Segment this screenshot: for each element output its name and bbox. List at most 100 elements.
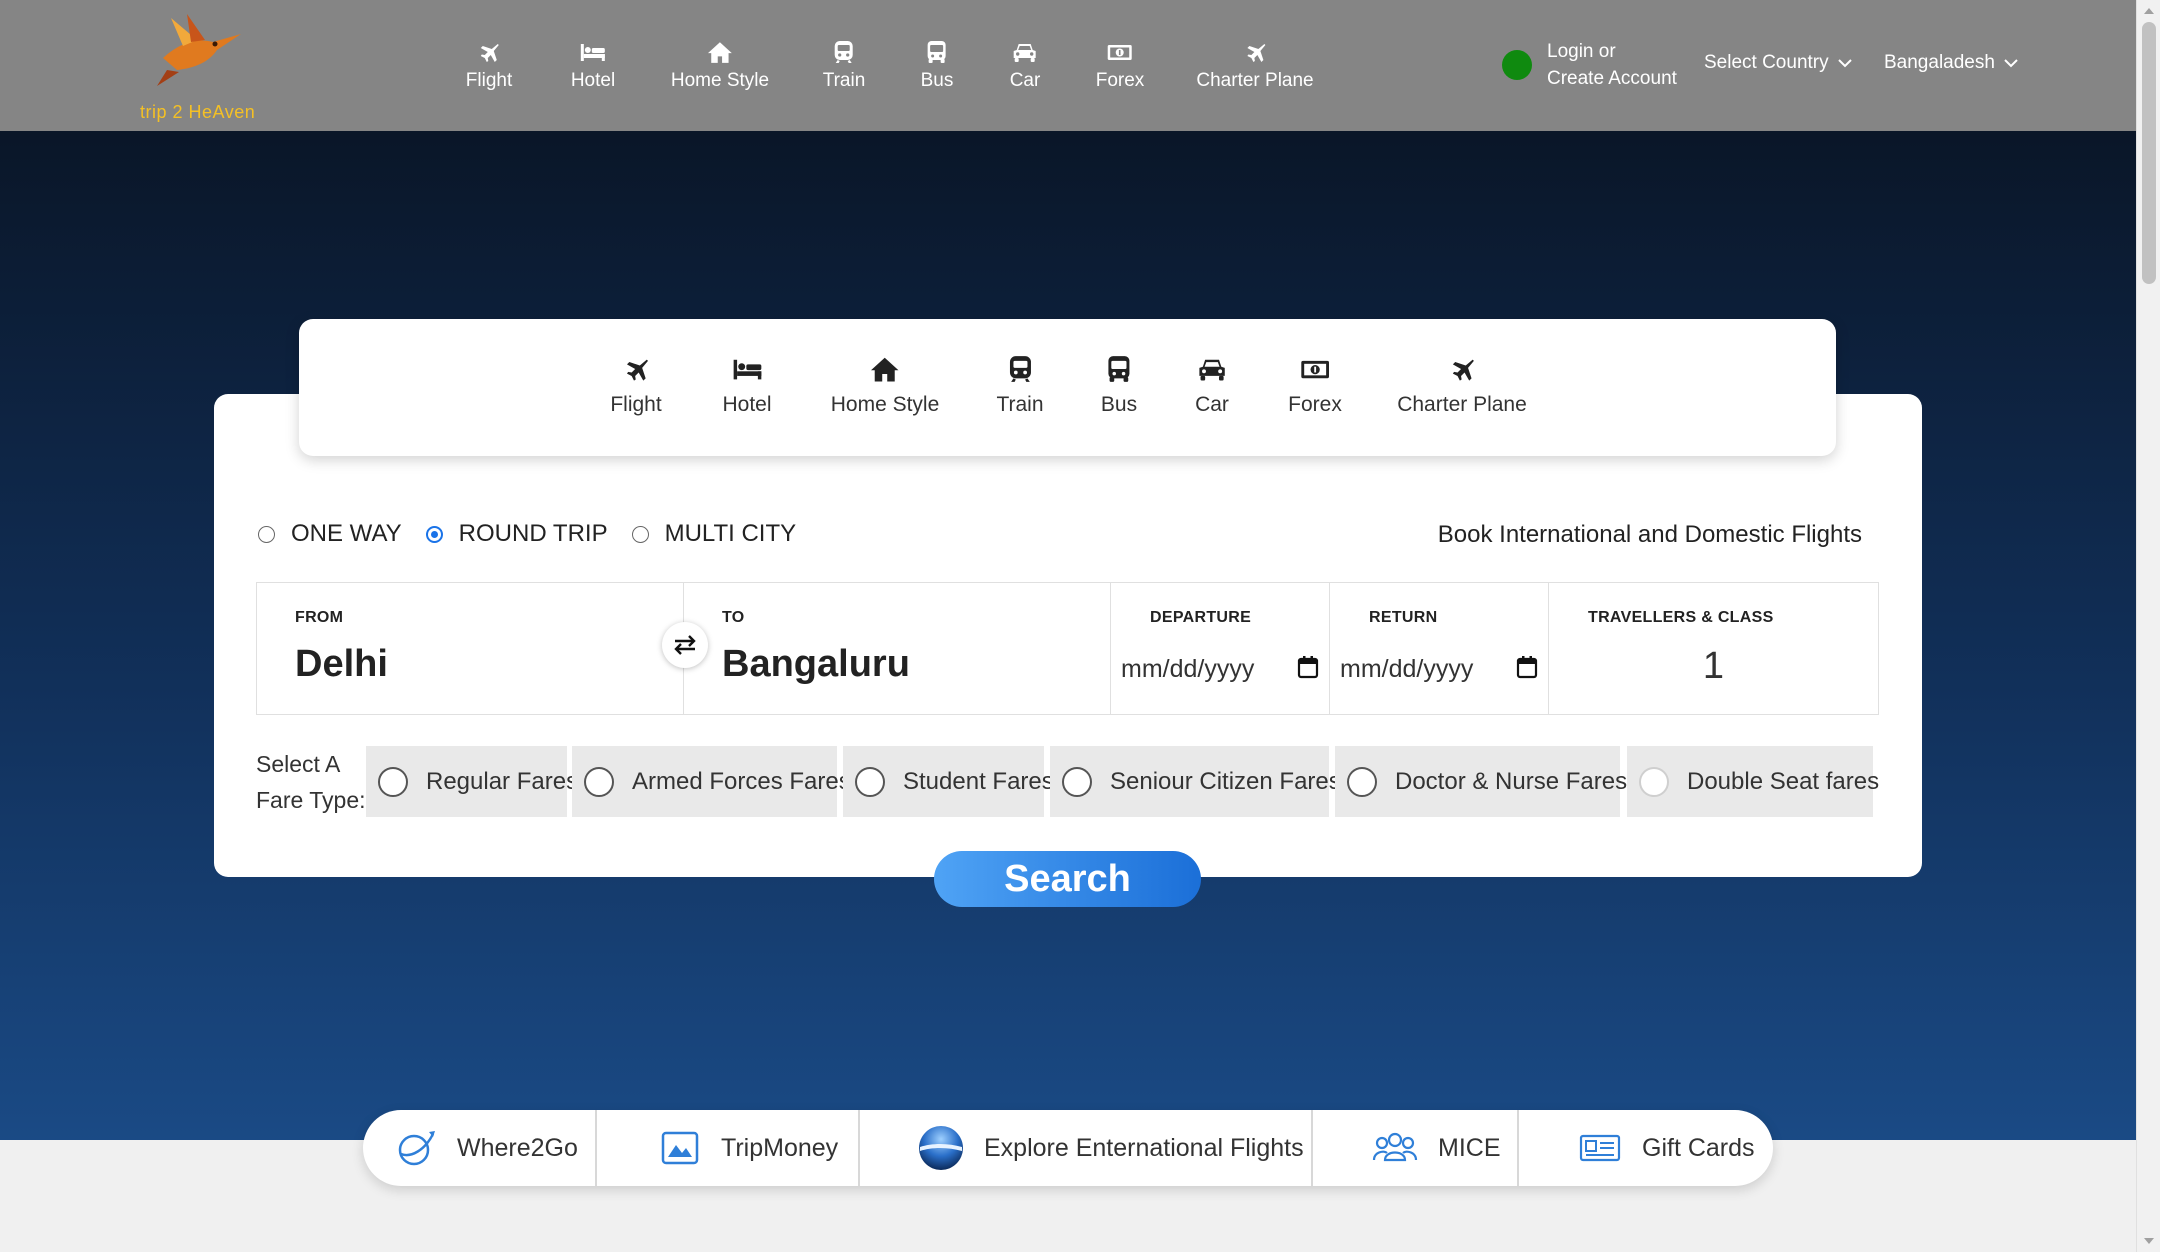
trip-multi-city[interactable]: MULTI CITY — [631, 520, 796, 548]
tab-flight-label: Flight — [610, 393, 662, 416]
quick-link-gift-cards[interactable]: Gift Cards — [1578, 1110, 1755, 1186]
departure-label: DEPARTURE — [1150, 609, 1252, 626]
login-link[interactable]: Login or Create Account — [1547, 38, 1677, 92]
calendar-icon[interactable] — [1297, 655, 1319, 679]
tab-car[interactable]: Car — [1195, 355, 1229, 417]
select-country-label: Select Country — [1704, 52, 1829, 73]
fare-doctor-nurse[interactable]: Doctor & Nurse Fares — [1335, 746, 1627, 817]
quick-link-tripmoney[interactable]: TripMoney — [659, 1110, 838, 1186]
quick-link-explore-flights[interactable]: Explore Enternational Flights — [918, 1110, 1304, 1186]
fare-student-label: Student Fares — [903, 767, 1054, 795]
nav-bus[interactable]: Bus — [921, 40, 953, 92]
nav-home-style-label: Home Style — [670, 70, 770, 91]
plane-icon — [626, 359, 648, 381]
multi-city-radio[interactable] — [631, 525, 649, 543]
one-way-label: ONE WAY — [291, 520, 402, 547]
bus-icon — [1108, 356, 1130, 382]
to-value[interactable]: Bangaluru — [722, 643, 910, 686]
departure-field[interactable]: DEPARTURE mm/dd/yyyy — [1111, 583, 1330, 714]
top-navigation-bar: trip 2 HeAven Flight Hotel Home Style Tr… — [0, 0, 2136, 131]
to-field[interactable]: TO Bangaluru — [684, 583, 1111, 714]
fare-armed-forces[interactable]: Armed Forces Fares — [572, 746, 851, 817]
select-country-dropdown[interactable]: Select Country — [1704, 52, 1853, 74]
fare-regular-label: Regular Fares — [426, 767, 579, 795]
group-icon — [1372, 1132, 1418, 1162]
fare-regular-radio[interactable] — [378, 766, 408, 797]
brand-logo[interactable]: trip 2 HeAven — [135, 12, 265, 122]
fare-double-seat[interactable]: Double Seat fares — [1627, 746, 1879, 817]
tab-hotel[interactable]: Hotel — [722, 355, 772, 417]
logo-text: trip 2 HeAven — [140, 102, 256, 122]
money-icon — [1301, 360, 1329, 379]
travellers-label: TRAVELLERS & CLASS — [1588, 609, 1774, 626]
plane-icon — [1246, 44, 1265, 62]
scrollbar-thumb[interactable] — [2142, 22, 2156, 284]
fare-senior-citizen-radio[interactable] — [1062, 766, 1092, 797]
nav-forex[interactable]: Forex — [1095, 40, 1145, 92]
quick-link-where2go[interactable]: Where2Go — [395, 1110, 578, 1186]
travellers-value[interactable]: 1 — [1549, 645, 1878, 688]
tab-car-label: Car — [1195, 393, 1229, 416]
return-date-input[interactable]: mm/dd/yyyy — [1340, 655, 1473, 684]
nav-charter-plane-label: Charter Plane — [1196, 70, 1314, 91]
fare-student-radio[interactable] — [855, 766, 885, 797]
from-value[interactable]: Delhi — [295, 643, 388, 686]
search-button[interactable]: Search — [934, 851, 1201, 907]
quick-link-mice[interactable]: MICE — [1372, 1110, 1501, 1186]
tab-forex-label: Forex — [1288, 393, 1342, 416]
tab-home-style[interactable]: Home Style — [831, 355, 939, 417]
fare-senior-citizen-label: Seniour Citizen Fares — [1110, 767, 1341, 795]
tab-hotel-label: Hotel — [722, 393, 772, 416]
round-trip-label: ROUND TRIP — [458, 520, 608, 547]
fare-type-label-line1: Select A — [256, 751, 341, 777]
quick-link-mice-label: MICE — [1438, 1133, 1501, 1162]
globe-plane-icon — [398, 1131, 435, 1166]
nav-train[interactable]: Train — [823, 40, 865, 92]
departure-date-input[interactable]: mm/dd/yyyy — [1121, 655, 1254, 684]
quick-link-gift-cards-label: Gift Cards — [1642, 1133, 1755, 1162]
country-value-dropdown[interactable]: Bangaladesh — [1884, 52, 2019, 74]
vertical-scrollbar[interactable] — [2136, 0, 2160, 1252]
nav-forex-label: Forex — [1095, 70, 1145, 91]
tab-flight[interactable]: Flight — [610, 355, 662, 417]
swap-arrows-icon — [674, 635, 696, 655]
fare-armed-forces-radio[interactable] — [584, 766, 614, 797]
tab-train-label: Train — [996, 393, 1044, 416]
return-field[interactable]: RETURN mm/dd/yyyy — [1330, 583, 1549, 714]
tab-train[interactable]: Train — [996, 355, 1044, 417]
round-trip-radio[interactable] — [425, 525, 443, 543]
fare-regular[interactable]: Regular Fares — [366, 746, 578, 817]
travellers-field[interactable]: TRAVELLERS & CLASS 1 — [1549, 583, 1878, 714]
bed-icon — [580, 44, 605, 61]
search-fields: FROM Delhi TO Bangaluru DEPARTURE mm/dd/… — [256, 582, 1879, 715]
fare-double-seat-label: Double Seat fares — [1687, 767, 1880, 795]
divider — [858, 1110, 860, 1186]
nav-home-style[interactable]: Home Style — [671, 40, 769, 92]
tab-bus[interactable]: Bus — [1101, 355, 1137, 417]
fare-doctor-nurse-radio[interactable] — [1347, 766, 1377, 797]
from-field[interactable]: FROM Delhi — [257, 583, 684, 714]
nav-flight[interactable]: Flight — [466, 40, 512, 92]
quick-link-explore-flights-label: Explore Enternational Flights — [984, 1133, 1304, 1162]
nav-car-label: Car — [1009, 70, 1041, 91]
tab-charter-plane[interactable]: Charter Plane — [1397, 355, 1527, 417]
fare-student[interactable]: Student Fares — [843, 746, 1054, 817]
scroll-up-arrow-icon[interactable] — [2144, 8, 2154, 14]
earth-icon — [919, 1126, 963, 1170]
one-way-radio[interactable] — [258, 525, 275, 543]
hummingbird-logo-icon — [157, 14, 241, 86]
fare-senior-citizen[interactable]: Seniour Citizen Fares — [1050, 746, 1341, 817]
trip-round-trip[interactable]: ROUND TRIP — [425, 520, 608, 548]
scroll-down-arrow-icon[interactable] — [2144, 1238, 2154, 1244]
fare-double-seat-radio[interactable] — [1639, 766, 1669, 797]
calendar-icon[interactable] — [1516, 655, 1538, 679]
tab-forex[interactable]: Forex — [1288, 355, 1342, 417]
nav-charter-plane[interactable]: Charter Plane — [1196, 40, 1314, 92]
fare-armed-forces-label: Armed Forces Fares — [632, 767, 851, 795]
nav-hotel[interactable]: Hotel — [571, 40, 615, 92]
swap-button[interactable] — [662, 622, 708, 668]
trip-one-way[interactable]: ONE WAY — [258, 520, 402, 548]
fare-doctor-nurse-label: Doctor & Nurse Fares — [1395, 767, 1628, 795]
nav-car[interactable]: Car — [1009, 40, 1041, 92]
car-icon — [1014, 44, 1036, 62]
